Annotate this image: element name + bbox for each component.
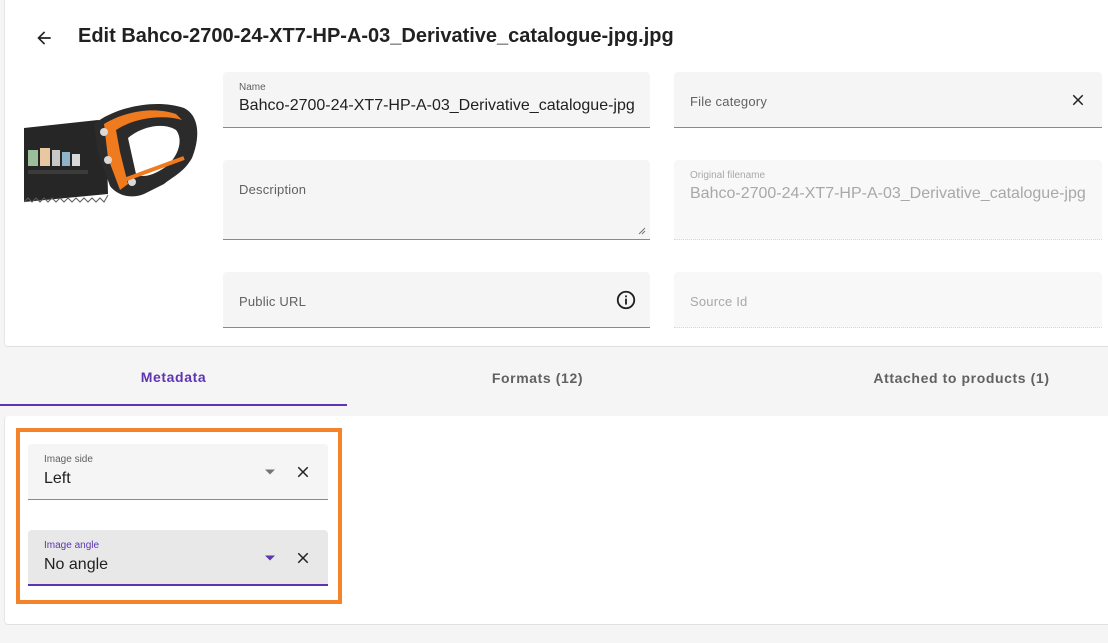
source-id-placeholder: Source Id (690, 294, 748, 309)
file-category-clear-button[interactable] (1066, 88, 1090, 112)
original-filename-label: Original filename (690, 170, 766, 181)
original-filename-field: Original filename Bahco-2700-24-XT7-HP-A… (674, 160, 1102, 240)
file-category-placeholder: File category (690, 94, 768, 109)
source-id-field: Source Id (674, 272, 1102, 328)
asset-thumbnail[interactable] (23, 98, 200, 208)
resize-handle-icon[interactable] (636, 225, 646, 235)
close-icon (297, 552, 309, 564)
name-label: Name (239, 82, 266, 93)
image-angle-label: Image angle (44, 540, 100, 551)
tab-formats[interactable]: Formats (12) (364, 350, 711, 406)
public-url-placeholder: Public URL (239, 294, 307, 309)
image-side-clear-button[interactable] (291, 460, 315, 484)
file-category-field[interactable]: File category (674, 72, 1102, 128)
arrow-left-icon (37, 31, 51, 45)
image-angle-dropdown-arrow[interactable] (264, 552, 276, 564)
caret-down-icon (265, 555, 275, 561)
close-icon (1072, 94, 1084, 106)
image-side-value: Left (44, 470, 71, 487)
image-side-label: Image side (44, 454, 93, 465)
description-placeholder: Description (239, 182, 307, 197)
name-field[interactable]: Name Bahco-2700-24-XT7-HP-A-03_Derivativ… (223, 72, 650, 128)
close-icon (297, 466, 309, 478)
public-url-field[interactable]: Public URL (223, 272, 650, 328)
image-side-select[interactable]: Image side Left (28, 444, 328, 500)
info-icon (616, 290, 636, 310)
tab-metadata[interactable]: Metadata (0, 350, 347, 406)
original-filename-value: Bahco-2700-24-XT7-HP-A-03_Derivative_cat… (690, 185, 1085, 202)
public-url-info-button[interactable] (614, 288, 638, 312)
page-title: Edit Bahco-2700-24-XT7-HP-A-03_Derivativ… (78, 25, 674, 47)
name-value[interactable]: Bahco-2700-24-XT7-HP-A-03_Derivative_cat… (239, 97, 634, 115)
tab-bar: Metadata Formats (12) Attached to produc… (0, 350, 1108, 406)
tab-attached-products[interactable]: Attached to products (1) (788, 350, 1108, 406)
image-angle-clear-button[interactable] (291, 546, 315, 570)
image-side-dropdown-arrow[interactable] (264, 466, 276, 478)
image-angle-value: No angle (44, 556, 109, 573)
description-field[interactable]: Description (223, 160, 650, 240)
caret-down-icon (265, 469, 275, 475)
back-button[interactable] (30, 24, 58, 52)
saw-image (23, 103, 198, 203)
image-angle-select[interactable]: Image angle No angle (28, 530, 328, 586)
